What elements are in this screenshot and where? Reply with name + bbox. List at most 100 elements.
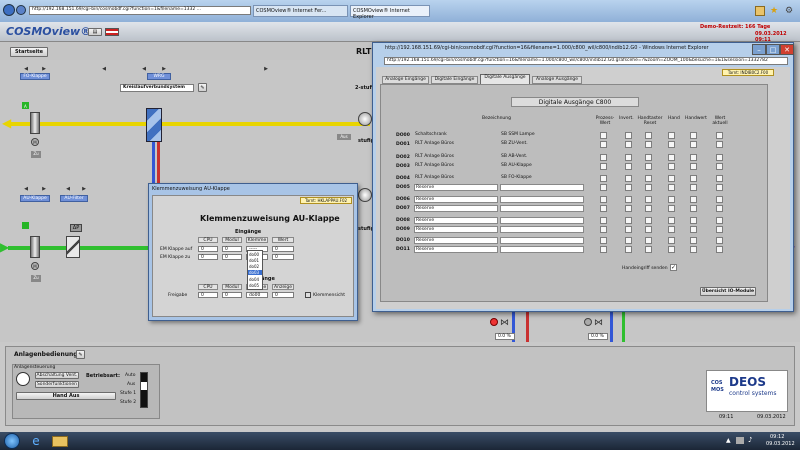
wrg-coil[interactable] — [146, 108, 162, 142]
header-nav-button[interactable]: ▤ — [88, 28, 102, 36]
center-arrow-left[interactable]: ◀ — [100, 66, 108, 72]
output-checkbox[interactable] — [716, 175, 723, 182]
output-checkbox[interactable] — [690, 163, 697, 170]
au-klappe-tag[interactable]: AU-Klappe — [20, 195, 50, 202]
output-checkbox[interactable] — [600, 154, 607, 161]
wrg-tag[interactable]: WRG — [147, 73, 171, 80]
forward-button[interactable] — [16, 5, 26, 15]
output-checkbox[interactable] — [645, 237, 652, 244]
output-checkbox[interactable] — [600, 217, 607, 224]
output-checkbox[interactable] — [600, 246, 607, 253]
au-damper[interactable] — [30, 236, 40, 258]
output-checkbox[interactable] — [645, 141, 652, 148]
output-checkbox[interactable] — [625, 175, 632, 182]
output-checkbox[interactable] — [600, 196, 607, 203]
freigabe-modul[interactable]: 0 — [222, 292, 242, 298]
output-desc[interactable] — [500, 226, 584, 233]
fan-top-icon[interactable] — [358, 112, 372, 126]
output-name[interactable]: Reserve — [414, 184, 498, 191]
tray-volume-icon[interactable]: ♪ — [748, 436, 752, 444]
wrg-config-button[interactable]: ✎ — [198, 83, 207, 92]
start-button[interactable] — [4, 433, 20, 449]
output-desc[interactable] — [500, 217, 584, 224]
output-checkbox[interactable] — [645, 246, 652, 253]
output-checkbox[interactable] — [690, 154, 697, 161]
au-klappe-arrow-left[interactable]: ◀ — [22, 186, 30, 192]
output-name[interactable]: Reserve — [414, 246, 498, 253]
hand-aus-button[interactable]: Hand Aus — [16, 392, 116, 400]
output-checkbox[interactable] — [625, 217, 632, 224]
output-checkbox[interactable] — [645, 132, 652, 139]
output-name[interactable]: Reserve — [414, 226, 498, 233]
abschaltung-button[interactable]: Abschaltung Vent. — [35, 372, 79, 379]
output-desc[interactable] — [500, 205, 584, 212]
output-checkbox[interactable] — [625, 184, 632, 191]
output-checkbox[interactable] — [668, 163, 675, 170]
output-checkbox[interactable] — [645, 184, 652, 191]
handeingriff-checkbox[interactable]: ✓ — [670, 264, 677, 271]
output-checkbox[interactable] — [716, 237, 723, 244]
output-checkbox[interactable] — [690, 237, 697, 244]
output-checkbox[interactable] — [690, 246, 697, 253]
row2-modul[interactable]: 0 — [222, 254, 242, 260]
output-checkbox[interactable] — [716, 184, 723, 191]
output-checkbox[interactable] — [668, 141, 675, 148]
browser-tab-1[interactable]: COSMOview® Internet Fer... — [253, 5, 348, 17]
output-checkbox[interactable] — [690, 196, 697, 203]
dropdown-option-do00[interactable]: do00 — [249, 252, 259, 257]
au-filter-tag[interactable]: AU-Filter — [60, 195, 88, 202]
startseite-button[interactable]: Startseite — [10, 47, 48, 57]
output-checkbox[interactable] — [690, 217, 697, 224]
output-checkbox[interactable] — [600, 226, 607, 233]
wrg-arrow-right[interactable]: ▶ — [160, 66, 168, 72]
ie-close-button[interactable]: ✕ — [780, 44, 794, 55]
output-checkbox[interactable] — [690, 132, 697, 139]
output-checkbox[interactable] — [668, 237, 675, 244]
fan-mid-icon[interactable] — [358, 188, 372, 202]
output-desc[interactable] — [500, 184, 584, 191]
output-checkbox[interactable] — [668, 205, 675, 212]
fo-damper[interactable] — [30, 112, 40, 134]
dropdown-option-do02[interactable]: do02 — [249, 264, 259, 269]
browser-tab-2[interactable]: COSMOview® Internet Explorer — [350, 5, 430, 20]
output-name[interactable]: Reserve — [414, 217, 498, 224]
output-checkbox[interactable] — [690, 175, 697, 182]
output-checkbox[interactable] — [645, 196, 652, 203]
output-checkbox[interactable] — [716, 196, 723, 203]
row1-modul[interactable]: 0 — [222, 246, 242, 252]
output-checkbox[interactable] — [625, 246, 632, 253]
output-checkbox[interactable] — [625, 163, 632, 170]
address-bar[interactable]: http://192.168.151.69/cgi-bin/cosmobdf.c… — [29, 6, 251, 15]
output-checkbox[interactable] — [625, 132, 632, 139]
output-checkbox[interactable] — [625, 154, 632, 161]
output-checkbox[interactable] — [645, 175, 652, 182]
output-checkbox[interactable] — [600, 141, 607, 148]
uebersicht-io-button[interactable]: Übersicht IO-Module — [700, 287, 756, 296]
output-checkbox[interactable] — [716, 246, 723, 253]
output-desc[interactable] — [500, 237, 584, 244]
output-checkbox[interactable] — [600, 163, 607, 170]
output-checkbox[interactable] — [645, 226, 652, 233]
settings-icon[interactable]: ⚙ — [785, 6, 795, 16]
output-checkbox[interactable] — [645, 217, 652, 224]
output-name[interactable]: Reserve — [414, 205, 498, 212]
au-filter-arrow-right[interactable]: ▶ — [80, 186, 88, 192]
output-checkbox[interactable] — [668, 175, 675, 182]
output-checkbox[interactable] — [668, 246, 675, 253]
freigabe-klemme[interactable]: do00 — [246, 292, 268, 298]
back-button[interactable] — [3, 4, 15, 16]
output-checkbox[interactable] — [600, 205, 607, 212]
row1-cpu[interactable]: 0 — [198, 246, 218, 252]
valve-left-icon[interactable]: ⋈ — [500, 318, 512, 328]
fo-klappe-arrow-right[interactable]: ▶ — [40, 66, 48, 72]
output-name[interactable]: Reserve — [414, 237, 498, 244]
flag-icon[interactable] — [105, 28, 119, 36]
tab-digitale-ausgaenge[interactable]: Digitale Ausgänge — [480, 74, 530, 84]
output-checkbox[interactable] — [716, 217, 723, 224]
output-checkbox[interactable] — [690, 205, 697, 212]
output-checkbox[interactable] — [668, 226, 675, 233]
dropdown-option-do03[interactable]: do03 — [248, 270, 262, 275]
center-arrow-right[interactable]: ▶ — [262, 66, 270, 72]
output-checkbox[interactable] — [716, 132, 723, 139]
output-name[interactable]: Reserve — [414, 196, 498, 203]
